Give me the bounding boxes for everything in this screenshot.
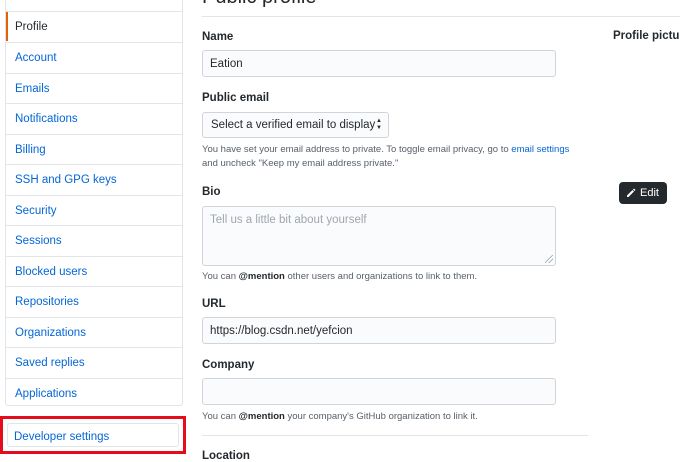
sidebar-item-profile[interactable]: Profile — [6, 11, 182, 41]
bio-note-rest: other users and organizations to link to… — [287, 271, 478, 282]
public-email-selected: Select a verified email to display — [211, 119, 376, 131]
sidebar-item-billing[interactable]: Billing — [6, 134, 182, 164]
sidebar-item-emails[interactable]: Emails — [6, 73, 182, 103]
profile-picture-label: Profile picture — [613, 30, 680, 42]
bio-label: Bio — [202, 186, 221, 198]
sidebar-item-repositories[interactable]: Repositories — [6, 286, 182, 316]
section-divider — [202, 435, 588, 436]
sidebar-item-sessions[interactable]: Sessions — [6, 225, 182, 255]
name-label: Name — [202, 31, 234, 43]
page-title: Public profile — [202, 0, 317, 9]
sidebar-item-ssh-gpg-keys[interactable]: SSH and GPG keys — [6, 164, 182, 194]
company-input[interactable] — [202, 378, 556, 405]
bio-note-prefix: You can — [202, 271, 236, 282]
name-input[interactable]: Eation — [202, 50, 556, 77]
public-email-note-line1: You have set your email address to priva… — [202, 144, 569, 155]
sidebar-item-account[interactable]: Account — [6, 42, 182, 72]
bio-placeholder: Tell us a little bit about yourself — [210, 214, 367, 226]
bio-note-mention: @mention — [238, 271, 285, 282]
settings-sidebar: Profile Account Emails Notifications Bil… — [5, 0, 183, 406]
company-note-mention: @mention — [238, 411, 285, 422]
sidebar-item-notifications[interactable]: Notifications — [6, 103, 182, 133]
sidebar-item-saved-replies[interactable]: Saved replies — [6, 347, 182, 377]
public-email-label: Public email — [202, 92, 270, 104]
email-settings-link[interactable]: email settings — [511, 144, 569, 155]
sidebar-item-blocked-users[interactable]: Blocked users — [6, 256, 182, 286]
company-note-prefix: You can — [202, 411, 236, 422]
url-label: URL — [202, 298, 226, 310]
select-arrows-icon: ▲ ▼ — [376, 118, 382, 131]
company-note: You can @mention your company's GitHub o… — [202, 411, 478, 422]
sidebar-item-applications[interactable]: Applications — [6, 378, 182, 405]
bio-textarea[interactable]: Tell us a little bit about yourself — [202, 206, 556, 266]
sidebar-item-developer-settings[interactable]: Developer settings — [7, 423, 179, 447]
public-email-note-text: You have set your email address to priva… — [202, 144, 509, 155]
edit-label: Edit — [640, 187, 659, 199]
company-label: Company — [202, 359, 255, 371]
bio-note: You can @mention other users and organiz… — [202, 271, 477, 282]
public-email-note-line2: and uncheck "Keep my email address priva… — [202, 158, 399, 169]
title-divider — [202, 16, 680, 17]
url-input[interactable]: https://blog.csdn.net/yefcion — [202, 317, 556, 344]
sidebar-item-security[interactable]: Security — [6, 195, 182, 225]
public-email-select[interactable]: Select a verified email to display ▲ ▼ — [202, 112, 389, 138]
pencil-icon — [627, 188, 636, 197]
company-note-rest: your company's GitHub organization to li… — [287, 411, 478, 422]
resize-handle-icon[interactable] — [545, 255, 553, 263]
edit-profile-picture-button[interactable]: Edit — [619, 182, 667, 204]
developer-settings-highlight: Developer settings — [0, 416, 186, 454]
sidebar-item-organizations[interactable]: Organizations — [6, 317, 182, 347]
location-label: Location — [202, 450, 250, 462]
